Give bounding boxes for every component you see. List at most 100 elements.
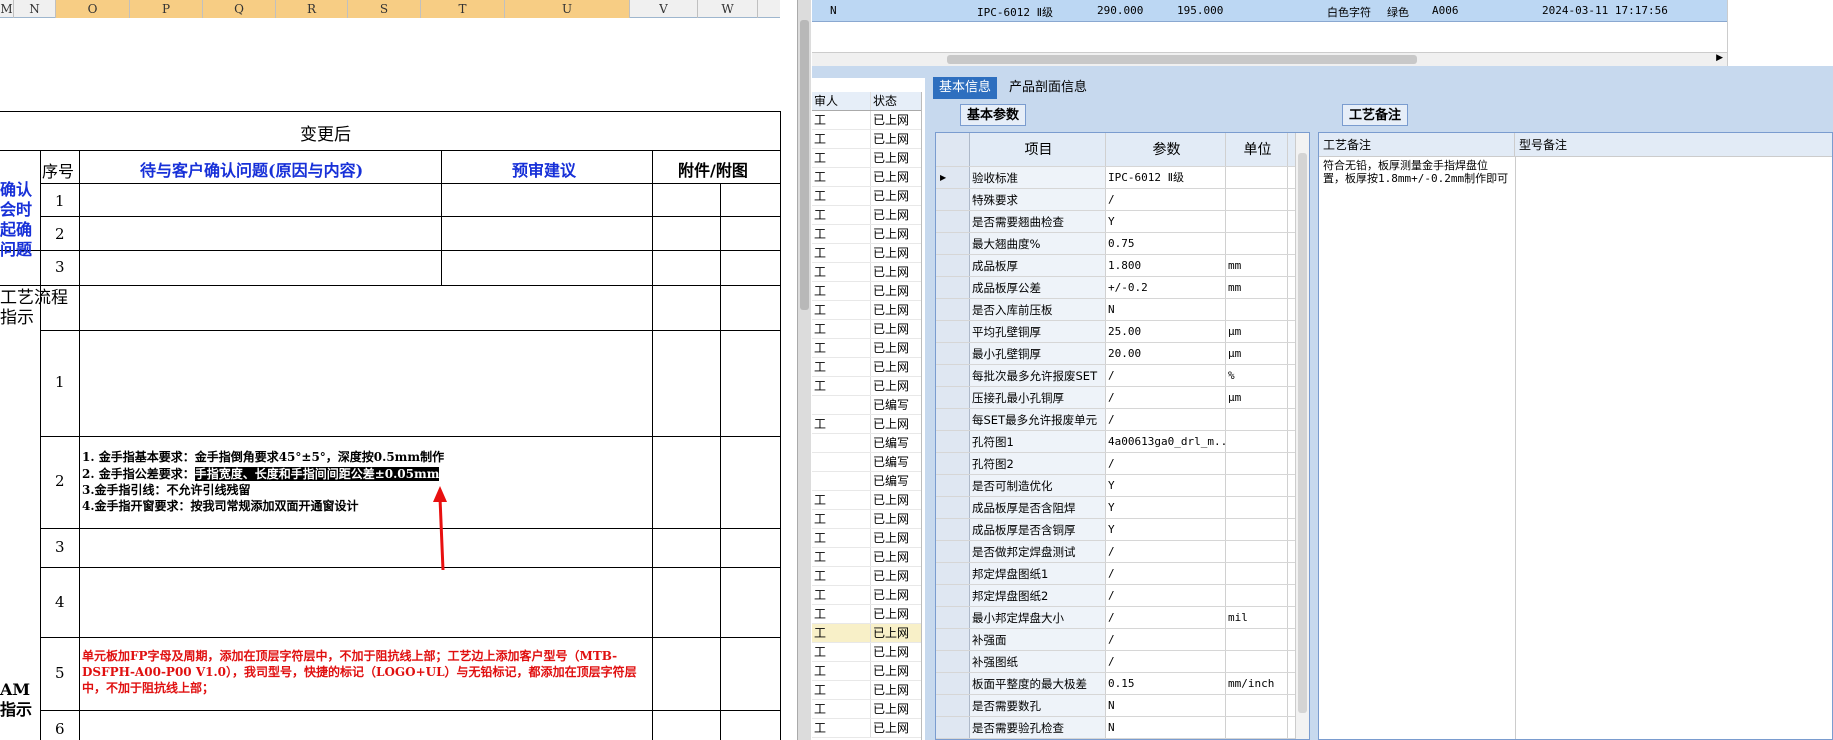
tab-profile-info[interactable]: 产品剖面信息 [1003,77,1093,99]
list-item[interactable]: 工已上网 [812,244,921,263]
list-item[interactable]: 工已上网 [812,567,921,586]
row-number: 1 [55,373,65,391]
list-item[interactable]: 工已上网 [812,510,921,529]
param-row[interactable]: 是否需要验孔检查 N [936,717,1296,739]
tab-basic-params[interactable]: 基本参数 [960,104,1027,126]
col-header[interactable]: P [130,0,203,18]
horizontal-scrollbar[interactable]: ▶ [812,52,1727,66]
list-item[interactable]: 工已上网 [812,586,921,605]
list-item[interactable]: 工已上网 [812,681,921,700]
param-row[interactable]: ▶ 验收标准 IPC-6012 Ⅱ级 [936,167,1296,189]
status-list[interactable]: 审人 状态 工已上网工已上网工已上网工已上网工已上网工已上网工已上网工已上网工已上… [812,92,922,740]
list-item[interactable]: 工已上网 [812,130,921,149]
list-item[interactable]: 工已上网 [812,377,921,396]
vertical-scrollbar[interactable] [797,0,811,740]
param-row[interactable]: 是否做邦定焊盘测试 / [936,541,1296,563]
param-row[interactable]: 最大翘曲度% 0.75 [936,233,1296,255]
list-item[interactable]: 工已上网 [812,605,921,624]
list-item[interactable]: 已编写 [812,472,921,491]
col-header[interactable]: N [14,0,56,18]
after-change-title: 变更后 [300,125,351,145]
tab-process-notes[interactable]: 工艺备注 [1342,104,1409,126]
col-header[interactable]: Q [203,0,276,18]
list-item[interactable]: 工已上网 [812,320,921,339]
list-item[interactable]: 工已上网 [812,415,921,434]
list-item[interactable]: 工已上网 [812,529,921,548]
gold-line-3: 3.金手指引线：不允许引线残留 [82,483,251,497]
param-row[interactable]: 是否入库前压板 N [936,299,1296,321]
row-number: 3 [55,258,65,276]
col-header[interactable]: M [0,0,14,18]
list-item[interactable]: 已编写 [812,396,921,415]
tab-basic-info[interactable]: 基本信息 [933,77,998,99]
list-item[interactable]: 工已上网 [812,149,921,168]
list-item[interactable]: 已编写 [812,434,921,453]
param-row[interactable]: 成品板厚是否含铜厚 Y [936,519,1296,541]
list-item[interactable]: 工已上网 [812,662,921,681]
scroll-right-icon: ▶ [1716,53,1723,63]
list-item[interactable]: 工已上网 [812,719,921,738]
param-row[interactable]: 成品板厚是否含阻焊 Y [936,497,1296,519]
param-row[interactable]: 最小孔壁铜厚 20.00 μm [936,343,1296,365]
spreadsheet[interactable]: M N O P Q R S T U V W 变更后 序号 待与客户确认问题(原因… [0,0,795,740]
row-number: 6 [55,720,65,738]
param-row[interactable]: 成品板厚公差 +/-0.2 mm [936,277,1296,299]
list-item[interactable]: 工已上网 [812,491,921,510]
prereview-header: 预审建议 [512,161,577,180]
param-row[interactable]: 孔符图2/ [936,453,1296,475]
param-row[interactable]: 邦定焊盘图纸2/ [936,585,1296,607]
list-item[interactable]: 工已上网 [812,301,921,320]
list-item[interactable]: 工已上网 [812,339,921,358]
param-row[interactable]: 补强图纸 / [936,651,1296,673]
param-row[interactable]: 特殊要求 / [936,189,1296,211]
list-item[interactable]: 工已上网 [812,168,921,187]
param-row[interactable]: 板面平整度的最大极差 0.15 mm/inch [936,673,1296,695]
col-header[interactable]: T [421,0,505,18]
param-row[interactable]: 最小邦定焊盘大小 / mil [936,607,1296,629]
list-item[interactable]: 工已上网 [812,187,921,206]
param-row[interactable]: 是否可制造优化 Y [936,475,1296,497]
gold-line-1: 1. 金手指基本要求：金手指倒角要求45°±5°，深度按0.5mm制作 [82,450,445,464]
param-row[interactable]: 孔符图1 4a00613ga0_drl_m... [936,431,1296,453]
process-note-text[interactable]: 符合无铅，板厚测量金手指焊盘位置，板厚按1.8mm+/-0.2mm制作即可 [1323,159,1509,185]
param-row[interactable]: 邦定焊盘图纸1/ [936,563,1296,585]
list-item[interactable]: 工已上网 [812,282,921,301]
row-number: 5 [55,664,65,682]
col-header[interactable]: O [56,0,130,18]
selected-grid-row[interactable]: N IPC-6012 Ⅱ级 290.000 195.000 白色字符 绿色 A0… [812,0,1727,22]
list-item[interactable]: 工已上网 [812,225,921,244]
model-notes-header: 型号备注 [1519,138,1568,152]
gold-highlight: 手指宽度、长度和手指间间距公差±0.05mm [194,467,440,481]
list-item[interactable]: 工已上网 [812,624,921,643]
row-number: 2 [55,472,65,490]
param-row[interactable]: 每批次最多允许报废SET /% [936,365,1296,387]
param-row[interactable]: 是否需要翘曲检查 Y [936,211,1296,233]
row-number: 1 [55,192,65,210]
grid-area [812,23,1727,52]
params-grid[interactable]: 项目 参数 单位 ▶ 验收标准 IPC-6012 Ⅱ级 特殊要求 / 是否需要翘曲检查 Y 最… [935,132,1310,740]
param-row[interactable]: 压接孔最小孔铜厚 / μm [936,387,1296,409]
list-item[interactable]: 已编写 [812,453,921,472]
param-row[interactable]: 是否需要数孔 N [936,695,1296,717]
list-item[interactable]: 工已上网 [812,111,921,130]
column-header-row: M N O P Q R S T U V W [0,0,780,18]
process-flow-label: 工艺流程 指示 [0,288,68,328]
col-header[interactable]: W [698,0,758,18]
params-scrollbar[interactable] [1295,133,1309,739]
param-row[interactable]: 每SET最多允许报废单元 / [936,409,1296,431]
col-header[interactable]: S [348,0,421,18]
col-header[interactable]: U [505,0,630,18]
list-item[interactable]: 工已上网 [812,643,921,662]
list-item[interactable]: 工已上网 [812,263,921,282]
col-header[interactable]: R [276,0,348,18]
list-item[interactable]: 工已上网 [812,358,921,377]
param-row[interactable]: 平均孔壁铜厚 25.00 μm [936,321,1296,343]
list-item[interactable]: 工已上网 [812,700,921,719]
params-header-row: 项目 参数 单位 [936,133,1296,167]
notes-panel[interactable]: 工艺备注 型号备注 符合无铅，板厚测量金手指焊盘位置，板厚按1.8mm+/-0.… [1318,132,1833,740]
list-item[interactable]: 工已上网 [812,548,921,567]
param-row[interactable]: 成品板厚 1.800 mm [936,255,1296,277]
param-row[interactable]: 补强面 / [936,629,1296,651]
list-item[interactable]: 工已上网 [812,206,921,225]
col-header[interactable]: V [630,0,698,18]
